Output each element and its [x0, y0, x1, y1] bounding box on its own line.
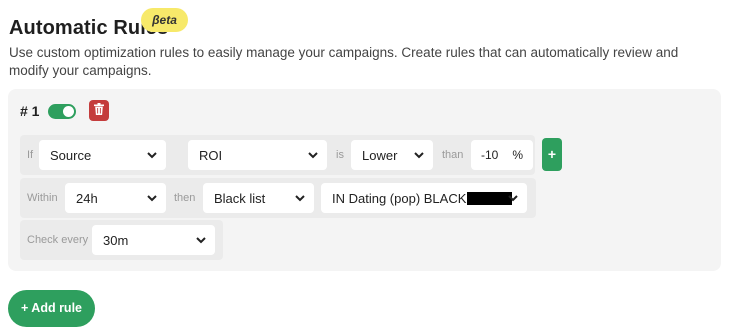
page-description: Use custom optimization rules to easily …	[9, 45, 679, 78]
rule-number: # 1	[20, 103, 40, 119]
check-every-label: Check every	[27, 234, 89, 246]
redaction-block	[467, 191, 513, 205]
action-select[interactable]: Black list	[203, 183, 314, 213]
beta-badge: βeta	[141, 8, 188, 32]
metric-source-value: Source	[50, 147, 92, 163]
target-list-select[interactable]: IN Dating (pop) BLACK	[321, 183, 527, 213]
add-condition-button[interactable]: +	[542, 138, 562, 171]
check-interval-select[interactable]: 30m	[92, 225, 215, 255]
chevron-down-icon	[307, 149, 319, 161]
threshold-value: -10	[481, 148, 499, 162]
action-row: Within 24h then Black list IN Dating (po…	[20, 178, 536, 218]
time-window-select[interactable]: 24h	[65, 183, 166, 213]
metric-source-select[interactable]: Source	[39, 140, 166, 170]
chevron-down-icon	[294, 192, 306, 204]
chevron-down-icon	[413, 149, 425, 161]
trash-icon	[94, 102, 104, 120]
metric-select[interactable]: ROI	[188, 140, 327, 170]
then-label: then	[174, 192, 196, 204]
action-value: Black list	[214, 190, 266, 206]
is-label: is	[336, 149, 344, 161]
add-rule-button[interactable]: + Add rule	[8, 290, 95, 327]
condition-row: If Source ROI is Lower than -10 %	[20, 135, 535, 175]
chevron-down-icon	[146, 149, 158, 161]
comparator-select[interactable]: Lower	[351, 140, 433, 170]
check-interval-value: 30m	[103, 232, 129, 248]
threshold-input[interactable]: -10 %	[471, 140, 533, 170]
metric-value: ROI	[199, 147, 223, 163]
chevron-down-icon	[507, 192, 519, 204]
within-label: Within	[27, 192, 58, 204]
comparator-value: Lower	[362, 147, 398, 163]
threshold-unit: %	[512, 148, 523, 162]
schedule-row: Check every 30m	[20, 220, 223, 260]
time-window-value: 24h	[76, 190, 98, 206]
toggle-knob	[63, 106, 74, 117]
chevron-down-icon	[146, 192, 158, 204]
rule-enabled-toggle[interactable]	[48, 104, 76, 119]
chevron-down-icon	[195, 234, 207, 246]
than-label: than	[442, 149, 464, 161]
if-label: If	[27, 149, 34, 161]
target-list-value: IN Dating (pop) BLACK	[332, 191, 513, 206]
delete-rule-button[interactable]	[89, 100, 109, 121]
